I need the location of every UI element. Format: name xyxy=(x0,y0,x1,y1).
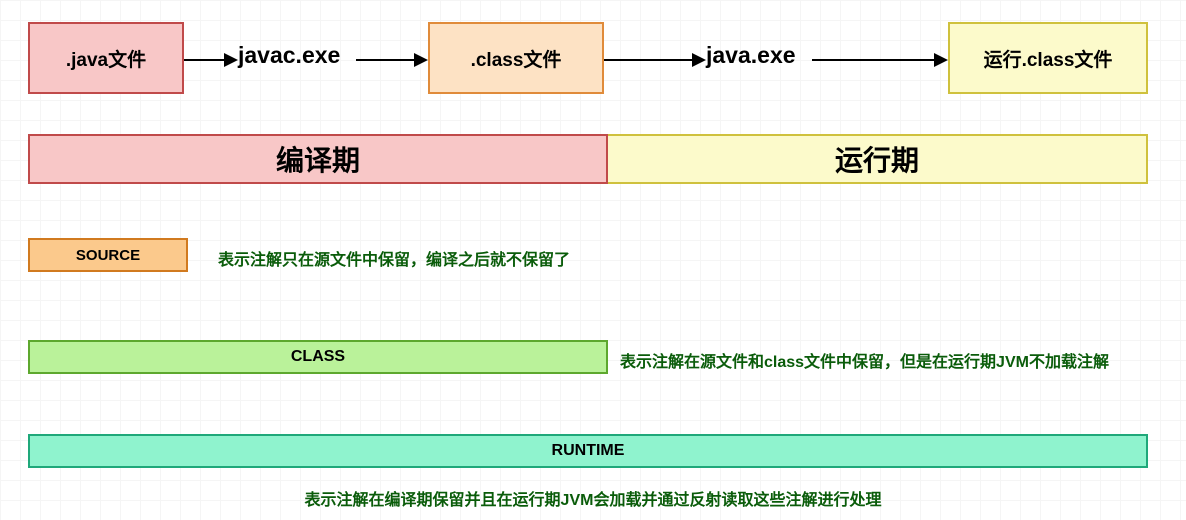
javac-label: javac.exe xyxy=(238,42,340,69)
phase-compile: 编译期 xyxy=(28,134,608,184)
retention-class-bar: CLASS xyxy=(28,340,608,374)
java-label: java.exe xyxy=(706,42,796,69)
retention-source-bar: SOURCE xyxy=(28,238,188,272)
arrow-javac-start xyxy=(184,50,238,70)
class-file-box: .class文件 xyxy=(428,22,604,94)
retention-runtime-bar: RUNTIME xyxy=(28,434,1148,468)
arrow-javac-end xyxy=(356,50,428,70)
arrow-java-start xyxy=(604,50,706,70)
phase-run: 运行期 xyxy=(608,134,1148,184)
retention-source-desc: 表示注解只在源文件中保留，编译之后就不保留了 xyxy=(218,246,570,270)
retention-class-desc: 表示注解在源文件和class文件中保留，但是在运行期JVM不加载注解 xyxy=(620,348,1109,372)
arrow-java-end xyxy=(812,50,948,70)
java-file-box: .java文件 xyxy=(28,22,184,94)
run-class-box: 运行.class文件 xyxy=(948,22,1148,94)
retention-runtime-desc: 表示注解在编译期保留并且在运行期JVM会加载并通过反射读取这些注解进行处理 xyxy=(0,486,1186,510)
phase-bar: 编译期 运行期 xyxy=(28,134,1148,184)
